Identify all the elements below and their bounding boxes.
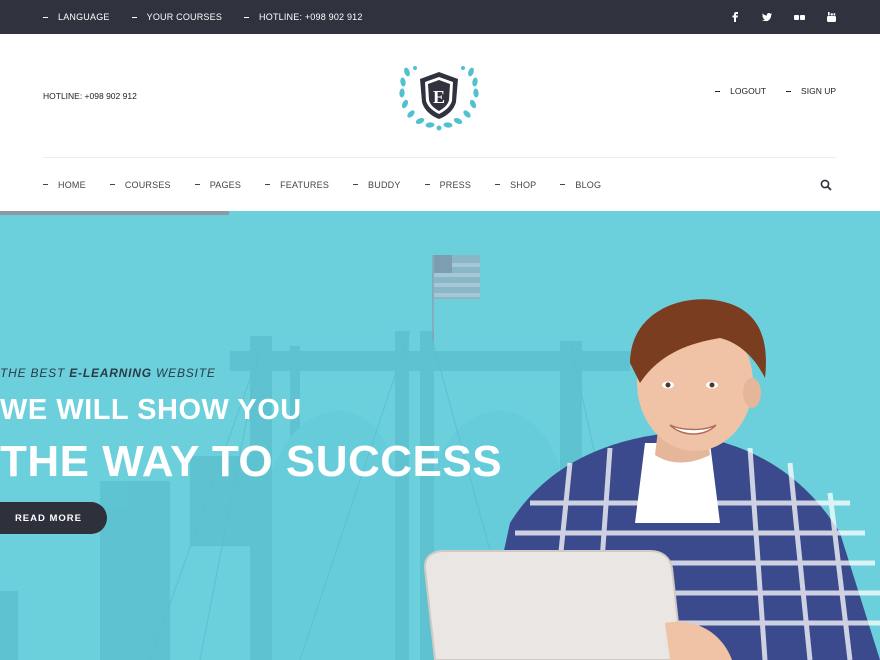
nav-item-courses[interactable]: COURSES <box>109 180 171 190</box>
social-links <box>729 0 837 34</box>
nav-item-buddy[interactable]: BUDDY <box>353 180 401 190</box>
site-header: HOTLINE: +098 902 912 E LOGOUT SIGN UP <box>0 34 880 158</box>
nav-item-pages[interactable]: PAGES <box>194 180 241 190</box>
main-nav: HOME COURSES PAGES FEATURES BUDDY PRESS … <box>43 158 836 211</box>
read-more-button[interactable]: READ MORE <box>0 502 107 534</box>
hero-kicker: THE BEST E-LEARNING WEBSITE <box>0 366 216 380</box>
student-with-laptop-image <box>423 299 880 660</box>
your-courses-link[interactable]: YOUR COURSES <box>131 12 222 22</box>
hero-headline-1: WE WILL SHOW YOU <box>0 394 302 426</box>
language-link[interactable]: LANGUAGE <box>43 12 110 22</box>
auth-links: LOGOUT SIGN UP <box>715 86 836 96</box>
logout-link[interactable]: LOGOUT <box>715 86 766 96</box>
nav-item-shop[interactable]: SHOP <box>495 180 536 190</box>
nav-items: HOME COURSES PAGES FEATURES BUDDY PRESS … <box>43 180 601 190</box>
nav-item-press[interactable]: PRESS <box>424 180 472 190</box>
nav-item-features[interactable]: FEATURES <box>265 180 329 190</box>
twitter-icon[interactable] <box>761 11 773 23</box>
logo-letter: E <box>433 87 445 107</box>
youtube-icon[interactable] <box>825 11 837 23</box>
nav-item-blog[interactable]: BLOG <box>560 180 601 190</box>
top-hotline: HOTLINE: +098 902 912 <box>244 12 363 22</box>
hero-slider: THE BEST E-LEARNING WEBSITE WE WILL SHOW… <box>0 211 880 660</box>
top-bar: LANGUAGE YOUR COURSES HOTLINE: +098 902 … <box>0 0 880 34</box>
flickr-icon[interactable] <box>793 11 805 23</box>
search-icon[interactable] <box>820 178 832 191</box>
top-links: LANGUAGE YOUR COURSES HOTLINE: +098 902 … <box>43 0 363 34</box>
facebook-icon[interactable] <box>729 11 741 23</box>
nav-item-home[interactable]: HOME <box>43 180 86 190</box>
site-logo[interactable]: E <box>398 60 480 132</box>
slide-progress-bar <box>0 211 229 215</box>
signup-link[interactable]: SIGN UP <box>786 86 836 96</box>
header-hotline: HOTLINE: +098 902 912 <box>43 91 137 101</box>
